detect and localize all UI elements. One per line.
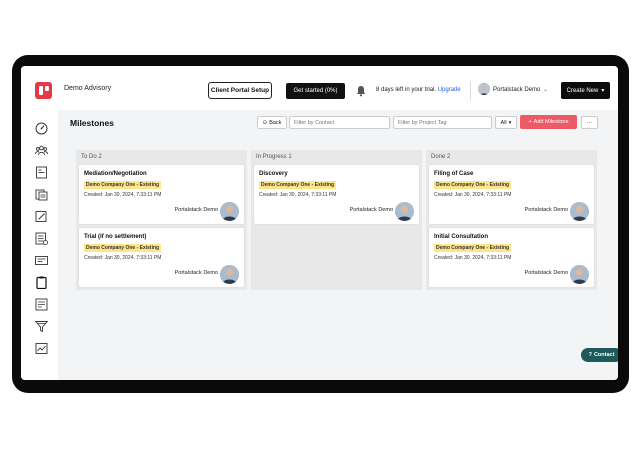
owner-name: Portalstack Demo [174, 270, 218, 276]
checklist-icon[interactable] [35, 232, 48, 245]
app-screen: Demo Advisory Client Portal Setup Get st… [21, 66, 618, 380]
owner-avatar [570, 265, 589, 284]
project-tag: Demo Company One - Existing [84, 181, 162, 189]
user-name[interactable]: Portalstack Demo [493, 87, 540, 93]
clipboard-icon[interactable] [35, 276, 48, 290]
owner-name: Portalstack Demo [349, 207, 393, 213]
milestone-card[interactable]: Filing of Case Demo Company One - Existi… [429, 165, 594, 224]
project-tag: Demo Company One - Existing [84, 244, 162, 252]
owner-avatar [570, 202, 589, 221]
create-new-label: Create New [566, 87, 599, 94]
created-date: Created: Jan 30, 2024, 7:33:11 PM [434, 192, 512, 198]
top-navbar: Demo Advisory Client Portal Setup Get st… [21, 66, 618, 110]
contact-button[interactable]: ? Contact [581, 348, 618, 362]
plus-icon: + [528, 119, 532, 125]
column-header: In Progress 1 [256, 154, 292, 160]
client-portal-setup-button[interactable]: Client Portal Setup [208, 82, 272, 99]
kanban-column-done: Done 2 Filing of Case Demo Company One -… [426, 150, 597, 290]
add-milestone-button[interactable]: + Add Milestone [520, 115, 577, 129]
owner-avatar [220, 202, 239, 221]
contacts-icon[interactable] [35, 144, 48, 157]
get-started-button[interactable]: Get started (0%) [286, 83, 345, 99]
back-button[interactable]: ⊙ Back [257, 116, 287, 129]
funnel-icon[interactable] [34, 320, 49, 333]
kanban-column-todo: To Do 2 Mediation/Negotiation Demo Compa… [76, 150, 247, 290]
more-options-button[interactable]: ··· [581, 116, 598, 129]
main-content: Milestones ⊙ Back All ▾ + Add Milestone … [58, 110, 618, 380]
app-logo-icon[interactable] [35, 82, 52, 99]
created-date: Created: Jan 30, 2024, 7:33:11 PM [259, 192, 337, 198]
dashboard-icon[interactable] [35, 122, 48, 135]
owner-name: Portalstack Demo [524, 207, 568, 213]
add-milestone-label: Add Milestone [533, 119, 569, 125]
owner-avatar [220, 265, 239, 284]
milestone-card[interactable]: Trial (if no settlement) Demo Company On… [79, 228, 244, 287]
create-new-button[interactable]: Create New ▾ [561, 82, 610, 99]
filter-by-project-tag-input[interactable] [393, 116, 492, 129]
owner-avatar [395, 202, 414, 221]
project-tag: Demo Company One - Existing [259, 181, 337, 189]
card-title: Filing of Case [434, 171, 474, 177]
created-date: Created: Jan 30, 2024, 7:33:11 PM [84, 192, 162, 198]
contact-label: Contact [593, 352, 615, 358]
column-header: Done 2 [431, 154, 451, 160]
owner-name: Portalstack Demo [174, 207, 218, 213]
kanban-column-in-progress: In Progress 1 Discovery Demo Company One… [251, 150, 422, 290]
forms-icon[interactable] [35, 254, 48, 267]
company-name: Demo Advisory [64, 85, 112, 92]
owner-name: Portalstack Demo [524, 270, 568, 276]
documents-icon[interactable] [35, 188, 48, 201]
project-tag: Demo Company One - Existing [434, 181, 512, 189]
header-divider [470, 81, 471, 100]
bell-icon[interactable] [355, 84, 367, 97]
milestone-card[interactable]: Mediation/Negotiation Demo Company One -… [79, 165, 244, 224]
card-title: Initial Consultation [434, 234, 488, 240]
status-select-value: All [500, 119, 507, 126]
card-title: Trial (if no settlement) [84, 234, 147, 240]
milestone-card[interactable]: Discovery Demo Company One - Existing Cr… [254, 165, 419, 224]
page-title: Milestones [70, 118, 114, 128]
upgrade-link[interactable]: Upgrade [438, 87, 461, 93]
back-icon: ⊙ [262, 119, 268, 126]
pages-icon[interactable] [35, 166, 48, 179]
reports-icon[interactable] [35, 342, 48, 355]
milestone-card[interactable]: Initial Consultation Demo Company One - … [429, 228, 594, 287]
filter-by-contact-input[interactable] [289, 116, 390, 129]
chevron-down-icon[interactable]: ⌄ [543, 86, 548, 93]
status-select[interactable]: All ▾ [495, 116, 517, 129]
trial-text: 8 days left in your trial. [376, 87, 437, 93]
created-date: Created: Jan 30, 2024, 7:33:11 PM [434, 255, 512, 261]
created-date: Created: Jan 30, 2024, 7:33:11 PM [84, 255, 162, 261]
invoice-icon[interactable] [35, 298, 48, 311]
project-tag: Demo Company One - Existing [434, 244, 512, 252]
column-header: To Do 2 [81, 154, 102, 160]
card-title: Mediation/Negotiation [84, 171, 147, 177]
trial-status: 8 days left in your trial. Upgrade [376, 87, 461, 93]
sidebar [21, 110, 58, 380]
user-avatar[interactable] [478, 83, 490, 95]
help-icon: ? [588, 352, 592, 358]
back-label: Back [269, 119, 282, 126]
caret-down-icon: ▾ [601, 88, 605, 94]
edit-icon[interactable] [35, 210, 48, 223]
caret-down-icon: ▾ [508, 119, 512, 126]
card-title: Discovery [259, 171, 288, 177]
